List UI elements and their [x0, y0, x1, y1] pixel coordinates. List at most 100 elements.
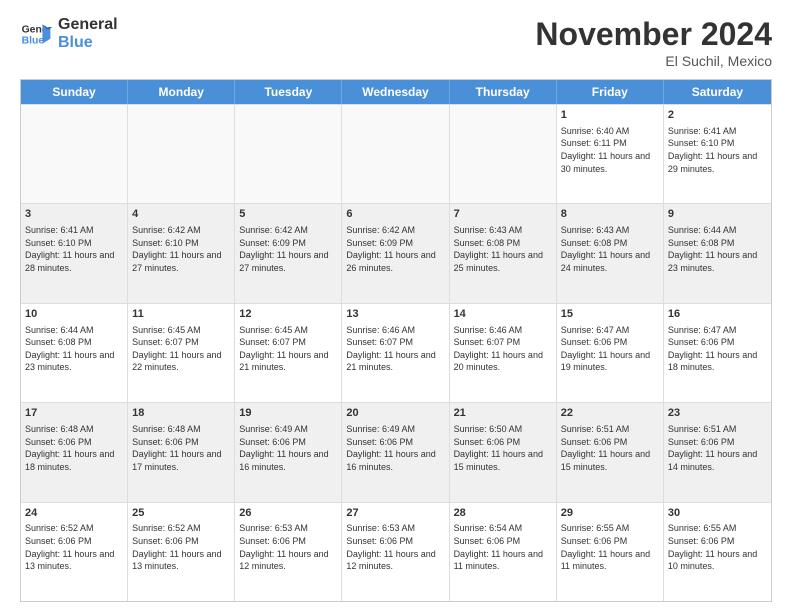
cal-cell: 18 Sunrise: 6:48 AMSunset: 6:06 PMDayligh…: [128, 403, 235, 501]
cal-cell: 11Sunrise: 6:45 AMSunset: 6:07 PMDayligh…: [128, 304, 235, 402]
day-number: 9: [668, 207, 767, 222]
cell-info: Sunrise: 6:52 AMSunset: 6:06 PMDaylight:…: [25, 522, 123, 572]
calendar: Sunday Monday Tuesday Wednesday Thursday…: [20, 79, 772, 602]
day-number: 23: [668, 406, 767, 421]
cal-cell: [21, 105, 128, 203]
day-number: 13: [346, 307, 444, 322]
logo-icon: General Blue: [20, 18, 52, 50]
cell-info: Sunrise: 6:42 AMSunset: 6:10 PMDaylight:…: [132, 224, 230, 274]
cal-cell: [342, 105, 449, 203]
calendar-week-1: 1 Sunrise: 6:40 AMSunset: 6:11 PMDaylight…: [21, 104, 771, 203]
cell-info: Sunrise: 6:40 AMSunset: 6:11 PMDaylight:…: [561, 125, 659, 175]
day-number: 22: [561, 406, 659, 421]
cal-cell: 15 Sunrise: 6:47 AMSunset: 6:06 PMDayligh…: [557, 304, 664, 402]
day-number: 11: [132, 307, 230, 322]
day-number: 6: [346, 207, 444, 222]
calendar-week-2: 3 Sunrise: 6:41 AMSunset: 6:10 PMDaylight…: [21, 203, 771, 302]
cell-info: Sunrise: 6:42 AMSunset: 6:09 PMDaylight:…: [346, 224, 444, 274]
cell-info: Sunrise: 6:44 AMSunset: 6:08 PMDaylight:…: [25, 324, 123, 374]
cal-cell: 1 Sunrise: 6:40 AMSunset: 6:11 PMDaylight…: [557, 105, 664, 203]
cell-info: Sunrise: 6:55 AMSunset: 6:06 PMDaylight:…: [561, 522, 659, 572]
header-friday: Friday: [557, 80, 664, 104]
header-monday: Monday: [128, 80, 235, 104]
day-number: 30: [668, 506, 767, 521]
cal-cell: 3 Sunrise: 6:41 AMSunset: 6:10 PMDaylight…: [21, 204, 128, 302]
cell-info: Sunrise: 6:43 AMSunset: 6:08 PMDaylight:…: [454, 224, 552, 274]
day-number: 14: [454, 307, 552, 322]
cell-info: Sunrise: 6:48 AMSunset: 6:06 PMDaylight:…: [132, 423, 230, 473]
day-number: 16: [668, 307, 767, 322]
logo: General Blue General Blue: [20, 16, 118, 51]
day-number: 15: [561, 307, 659, 322]
cell-info: Sunrise: 6:48 AMSunset: 6:06 PMDaylight:…: [25, 423, 123, 473]
cell-info: Sunrise: 6:49 AMSunset: 6:06 PMDaylight:…: [346, 423, 444, 473]
calendar-header: Sunday Monday Tuesday Wednesday Thursday…: [21, 80, 771, 104]
cell-info: Sunrise: 6:51 AMSunset: 6:06 PMDaylight:…: [668, 423, 767, 473]
day-number: 18: [132, 406, 230, 421]
cell-info: Sunrise: 6:43 AMSunset: 6:08 PMDaylight:…: [561, 224, 659, 274]
cal-cell: 20 Sunrise: 6:49 AMSunset: 6:06 PMDayligh…: [342, 403, 449, 501]
cell-info: Sunrise: 6:55 AMSunset: 6:06 PMDaylight:…: [668, 522, 767, 572]
cell-info: Sunrise: 6:41 AMSunset: 6:10 PMDaylight:…: [668, 125, 767, 175]
day-number: 8: [561, 207, 659, 222]
cal-cell: [450, 105, 557, 203]
cell-info: Sunrise: 6:41 AMSunset: 6:10 PMDaylight:…: [25, 224, 123, 274]
cal-cell: 7 Sunrise: 6:43 AMSunset: 6:08 PMDaylight…: [450, 204, 557, 302]
cell-info: Sunrise: 6:52 AMSunset: 6:06 PMDaylight:…: [132, 522, 230, 572]
day-number: 17: [25, 406, 123, 421]
day-number: 20: [346, 406, 444, 421]
location: El Suchil, Mexico: [535, 53, 772, 69]
cal-cell: 22 Sunrise: 6:51 AMSunset: 6:06 PMDayligh…: [557, 403, 664, 501]
logo-line2: Blue: [58, 34, 118, 52]
cal-cell: 19Sunrise: 6:49 AMSunset: 6:06 PMDayligh…: [235, 403, 342, 501]
cell-info: Sunrise: 6:46 AMSunset: 6:07 PMDaylight:…: [454, 324, 552, 374]
cal-cell: 23 Sunrise: 6:51 AMSunset: 6:06 PMDayligh…: [664, 403, 771, 501]
cal-cell: 30Sunrise: 6:55 AMSunset: 6:06 PMDayligh…: [664, 503, 771, 601]
cal-cell: 29Sunrise: 6:55 AMSunset: 6:06 PMDayligh…: [557, 503, 664, 601]
cell-info: Sunrise: 6:53 AMSunset: 6:06 PMDaylight:…: [239, 522, 337, 572]
calendar-week-3: 10 Sunrise: 6:44 AMSunset: 6:08 PMDayligh…: [21, 303, 771, 402]
cal-cell: 17 Sunrise: 6:48 AMSunset: 6:06 PMDayligh…: [21, 403, 128, 501]
cal-cell: 10 Sunrise: 6:44 AMSunset: 6:08 PMDayligh…: [21, 304, 128, 402]
day-number: 28: [454, 506, 552, 521]
day-number: 24: [25, 506, 123, 521]
cal-cell: 27Sunrise: 6:53 AMSunset: 6:06 PMDayligh…: [342, 503, 449, 601]
day-number: 7: [454, 207, 552, 222]
cal-cell: 14 Sunrise: 6:46 AMSunset: 6:07 PMDayligh…: [450, 304, 557, 402]
day-number: 21: [454, 406, 552, 421]
header-sunday: Sunday: [21, 80, 128, 104]
logo-line1: General: [58, 16, 118, 34]
cal-cell: [128, 105, 235, 203]
cal-cell: 4 Sunrise: 6:42 AMSunset: 6:10 PMDaylight…: [128, 204, 235, 302]
cal-cell: 25Sunrise: 6:52 AMSunset: 6:06 PMDayligh…: [128, 503, 235, 601]
cal-cell: 16 Sunrise: 6:47 AMSunset: 6:06 PMDayligh…: [664, 304, 771, 402]
calendar-week-5: 24Sunrise: 6:52 AMSunset: 6:06 PMDayligh…: [21, 502, 771, 601]
cell-info: Sunrise: 6:54 AMSunset: 6:06 PMDaylight:…: [454, 522, 552, 572]
month-title: November 2024: [535, 16, 772, 53]
cal-cell: [235, 105, 342, 203]
svg-text:Blue: Blue: [22, 35, 45, 46]
day-number: 3: [25, 207, 123, 222]
cell-info: Sunrise: 6:47 AMSunset: 6:06 PMDaylight:…: [668, 324, 767, 374]
header: General Blue General Blue November 2024 …: [20, 16, 772, 69]
day-number: 10: [25, 307, 123, 322]
header-tuesday: Tuesday: [235, 80, 342, 104]
header-wednesday: Wednesday: [342, 80, 449, 104]
cell-info: Sunrise: 6:47 AMSunset: 6:06 PMDaylight:…: [561, 324, 659, 374]
day-number: 19: [239, 406, 337, 421]
page: General Blue General Blue November 2024 …: [0, 0, 792, 612]
day-number: 4: [132, 207, 230, 222]
cell-info: Sunrise: 6:46 AMSunset: 6:07 PMDaylight:…: [346, 324, 444, 374]
day-number: 2: [668, 108, 767, 123]
header-thursday: Thursday: [450, 80, 557, 104]
cell-info: Sunrise: 6:51 AMSunset: 6:06 PMDaylight:…: [561, 423, 659, 473]
cal-cell: 9 Sunrise: 6:44 AMSunset: 6:08 PMDaylight…: [664, 204, 771, 302]
cell-info: Sunrise: 6:53 AMSunset: 6:06 PMDaylight:…: [346, 522, 444, 572]
cal-cell: 13 Sunrise: 6:46 AMSunset: 6:07 PMDayligh…: [342, 304, 449, 402]
day-number: 27: [346, 506, 444, 521]
day-number: 1: [561, 108, 659, 123]
cal-cell: 21Sunrise: 6:50 AMSunset: 6:06 PMDayligh…: [450, 403, 557, 501]
cal-cell: 6 Sunrise: 6:42 AMSunset: 6:09 PMDaylight…: [342, 204, 449, 302]
cell-info: Sunrise: 6:44 AMSunset: 6:08 PMDaylight:…: [668, 224, 767, 274]
day-number: 26: [239, 506, 337, 521]
